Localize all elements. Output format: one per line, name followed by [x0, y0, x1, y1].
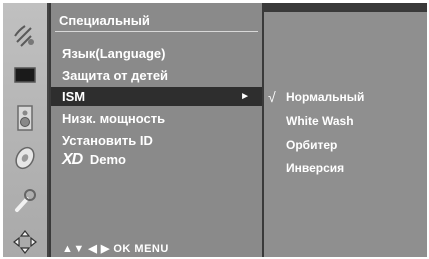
menu-item-label: Установить ID — [62, 133, 153, 148]
submenu-item-inversion[interactable]: Инверсия — [264, 159, 427, 178]
satellite-icon[interactable] — [6, 19, 44, 53]
submenu-item-label: Инверсия — [286, 161, 345, 175]
submenu-item-label: Нормальный — [286, 90, 365, 104]
menu-item-child-lock[interactable]: Защита от детей — [51, 66, 262, 85]
submenu-item-normal[interactable]: √ Нормальный — [264, 88, 427, 107]
menu-item-set-id[interactable]: Установить ID — [51, 131, 262, 150]
submenu-item-white-wash[interactable]: White Wash — [264, 112, 427, 131]
menu-item-label: Низк. мощность — [62, 111, 166, 126]
submenu-item-label: Орбитер — [286, 138, 338, 152]
menu-item-low-power[interactable]: Низк. мощность — [51, 109, 262, 128]
submenu-item-orbiter[interactable]: Орбитер — [264, 136, 427, 155]
title-divider — [55, 31, 258, 32]
menu-item-label: Demo — [89, 152, 126, 167]
menu-item-language[interactable]: Язык(Language) — [51, 44, 262, 63]
screen-icon[interactable] — [6, 58, 44, 92]
menu-item-label: Защита от детей — [62, 68, 169, 83]
wrench-icon[interactable] — [6, 183, 44, 217]
sidebar-icons — [3, 3, 49, 257]
menu-item-label: ISM — [62, 89, 86, 104]
submenu-arrow-icon: ► — [240, 91, 250, 102]
submenu-item-label: White Wash — [286, 114, 354, 128]
submenu-panel — [264, 12, 427, 257]
xd-logo: XD — [62, 151, 83, 168]
menu-item-label: Язык(Language) — [62, 46, 166, 61]
move-arrows-icon[interactable] — [6, 225, 44, 259]
menu-panel — [51, 3, 262, 257]
check-icon: √ — [268, 89, 276, 105]
menu-item-ism[interactable]: ISM ► — [51, 87, 262, 106]
menu-item-demo[interactable]: XD Demo — [51, 150, 262, 169]
disc-icon[interactable] — [6, 141, 44, 175]
menu-title: Специальный — [59, 13, 150, 28]
speaker-icon[interactable] — [6, 101, 44, 135]
navigation-hint: ▲▼ ◀ ▶ OK MENU — [62, 243, 169, 255]
